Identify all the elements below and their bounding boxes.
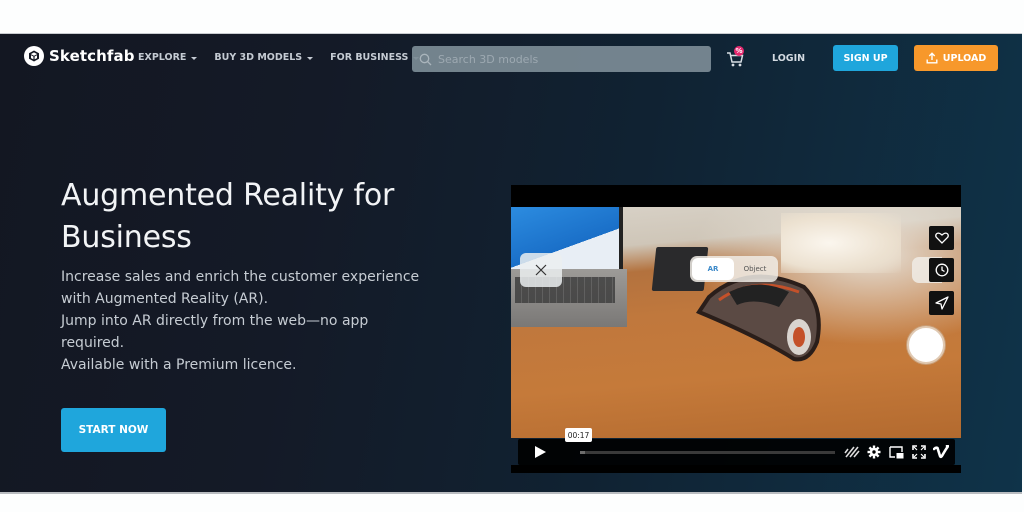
signup-button[interactable]: SIGN UP [833, 45, 898, 71]
time-tooltip: 00:17 [565, 428, 592, 442]
close-ar-button[interactable] [520, 253, 562, 287]
main-nav: EXPLORE BUY 3D MODELS FOR BUSINESS [138, 52, 420, 63]
description-line: Jump into AR directly from the web—no ap… [61, 313, 369, 351]
nav-for-business[interactable]: FOR BUSINESS [330, 52, 420, 63]
start-now-button[interactable]: START NOW [61, 408, 166, 452]
cloth-image [781, 213, 901, 273]
page: Sketchfab EXPLORE BUY 3D MODELS FOR BUSI… [0, 0, 1024, 512]
logo-text: Sketchfab [49, 47, 135, 65]
hd-toggle-button[interactable] [843, 443, 861, 461]
search-bar [412, 46, 711, 72]
nav-buy-3d-models[interactable]: BUY 3D MODELS [214, 52, 314, 63]
site-header: Sketchfab EXPLORE BUY 3D MODELS FOR BUSI… [0, 34, 1022, 82]
play-button[interactable] [518, 439, 562, 465]
settings-button[interactable] [865, 443, 883, 461]
upload-label: UPLOAD [942, 52, 987, 64]
description-line: Available with a Premium licence. [61, 357, 297, 373]
mode-ar-option[interactable]: AR [692, 258, 734, 280]
clock-icon [935, 263, 948, 277]
nav-business-label: FOR BUSINESS [330, 52, 409, 63]
ar-capture-button[interactable] [907, 326, 945, 364]
picture-in-picture-button[interactable] [887, 443, 905, 461]
video-frame [511, 207, 961, 438]
hero-title-line2: Business [61, 220, 192, 255]
share-button[interactable] [929, 291, 954, 315]
description-line: Increase sales and enrich the customer e… [61, 269, 420, 307]
video-progress-fill [580, 451, 586, 454]
login-link[interactable]: LOGIN [772, 53, 805, 64]
send-icon [934, 296, 949, 310]
hero-description: Increase sales and enrich the customer e… [61, 266, 421, 376]
video-progress-bar[interactable] [580, 451, 835, 454]
close-icon [535, 264, 547, 276]
hero-title-line1: Augmented Reality for [61, 178, 395, 213]
upload-button[interactable]: UPLOAD [914, 45, 998, 71]
picture-in-picture-icon [888, 445, 903, 458]
hero-title: Augmented Reality for Business [61, 175, 461, 259]
nav-explore-label: EXPLORE [138, 52, 187, 63]
nav-explore[interactable]: EXPLORE [138, 52, 198, 63]
logo-cube-icon [24, 46, 44, 66]
mode-object-option[interactable]: Object [734, 265, 776, 273]
search-icon [419, 53, 432, 65]
chevron-down-icon [191, 56, 198, 60]
cart-button[interactable]: % [725, 46, 747, 71]
cart-discount-badge: % [734, 46, 744, 56]
chevron-down-icon [307, 56, 314, 60]
vimeo-link[interactable] [932, 443, 950, 461]
upload-icon [926, 52, 938, 64]
vimeo-icon [933, 445, 949, 459]
video-player[interactable] [511, 185, 961, 438]
fullscreen-button[interactable] [910, 443, 928, 461]
iron-3d-model [695, 274, 821, 362]
heart-icon [934, 232, 949, 244]
sketchfab-logo[interactable]: Sketchfab [24, 46, 135, 66]
video-bottom-bar [511, 465, 961, 473]
like-button[interactable] [929, 226, 954, 250]
hd-off-icon [844, 446, 860, 458]
settings-icon [867, 445, 881, 459]
watch-later-button[interactable] [929, 258, 954, 282]
nav-buy-label: BUY 3D MODELS [214, 52, 303, 63]
fullscreen-icon [912, 445, 926, 459]
play-icon [535, 446, 546, 458]
search-input[interactable] [438, 52, 698, 66]
ar-mode-toggle: AR Object [690, 256, 778, 282]
